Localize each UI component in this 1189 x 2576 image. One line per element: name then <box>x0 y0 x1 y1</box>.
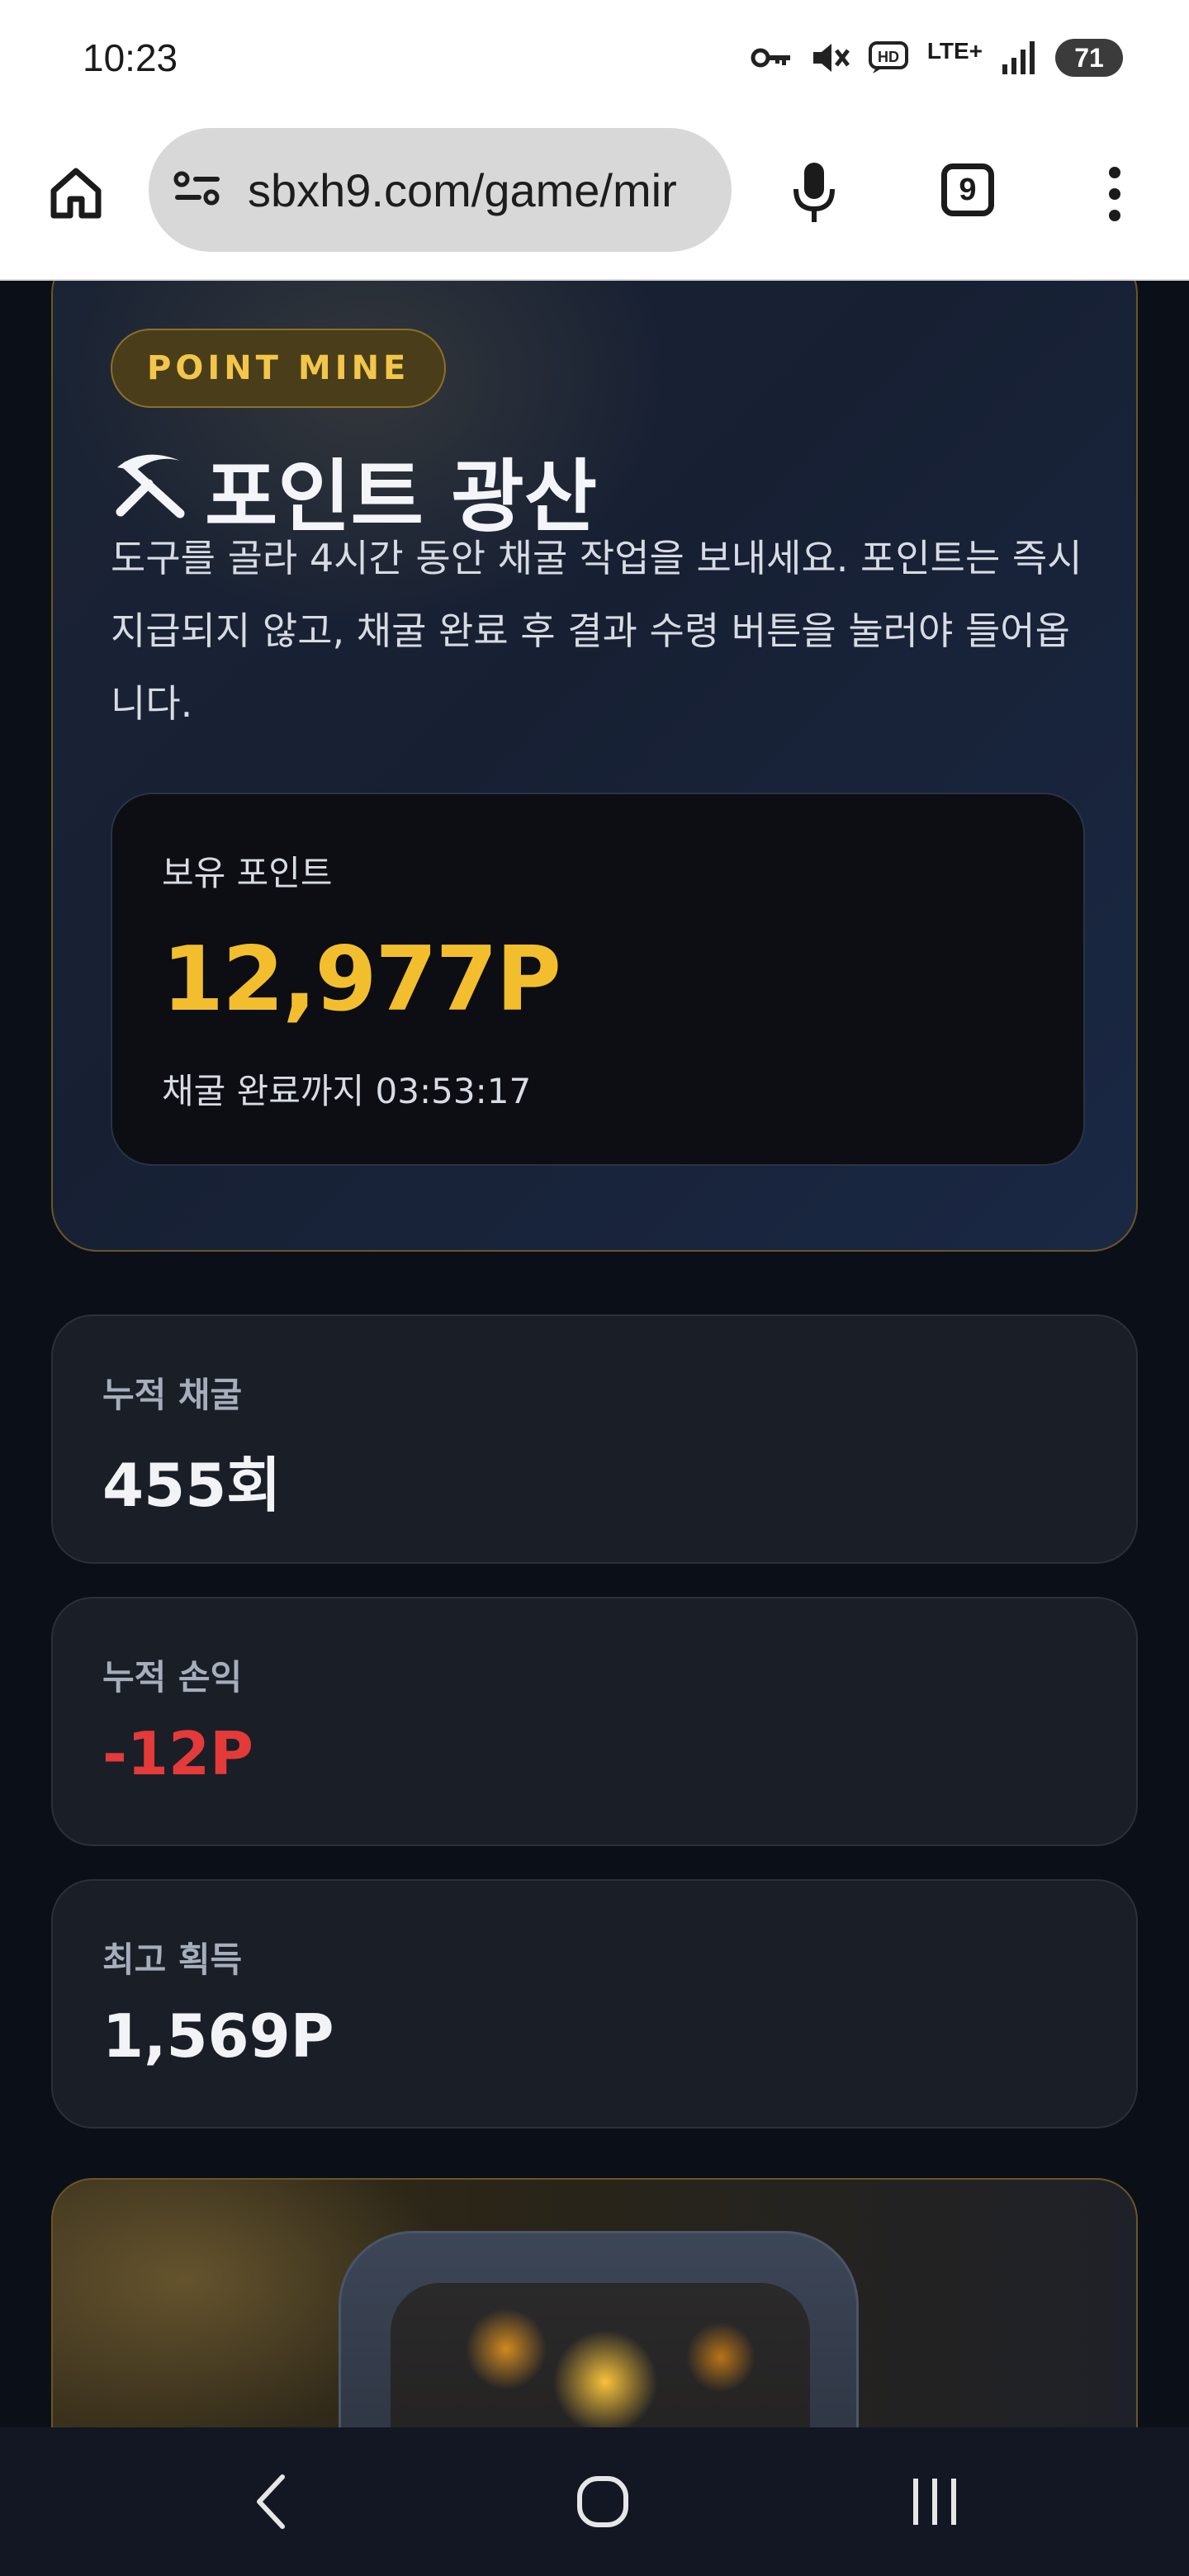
browser-toolbar: sbxh9.com/game/mir 9 <box>0 124 1189 281</box>
voice-search-button[interactable] <box>781 157 847 231</box>
stat-value: 1,569P <box>102 2001 334 2071</box>
browser-home-button[interactable] <box>43 160 109 226</box>
svg-text:HD: HD <box>878 49 899 65</box>
status-bar: 10:23 HD LTE+ 71 <box>0 0 1189 124</box>
tabs-icon[interactable]: 9 <box>941 163 994 216</box>
hero-description: 도구를 골라 4시간 동안 채굴 작업을 보내세요. 포인트는 즉시 지급되지 … <box>111 536 1082 726</box>
stat-label: 누적 채굴 <box>102 1375 243 1415</box>
hd-icon: HD <box>868 40 909 75</box>
more-vert-icon[interactable] <box>1098 157 1131 231</box>
stat-card-best-gain: 최고 획득 1,569P <box>51 1879 1138 2129</box>
stat-card-total-pnl: 누적 손익 -12P <box>51 1597 1138 1846</box>
balance-panel: 보유 포인트 12,977P 채굴 완료까지 03:53:17 <box>111 793 1085 1166</box>
mine-visual-card <box>51 2178 1138 2427</box>
system-nav-bar <box>0 2427 1189 2576</box>
lte-icon: LTE+ <box>926 38 983 64</box>
status-time: 10:23 <box>83 36 178 79</box>
signal-icon <box>1001 40 1037 76</box>
mining-timer: 채굴 완료까지 03:53:17 <box>162 1071 532 1111</box>
balance-value: 12,977P <box>162 928 561 1031</box>
hero-badge: POINT MINE <box>111 329 447 408</box>
url-text[interactable]: sbxh9.com/game/mir <box>248 163 677 217</box>
status-icons: HD LTE+ 71 <box>751 39 1123 77</box>
page-content: POINT MINE 포인트 광산 도구를 골라 4시간 동안 채굴 작업을 보… <box>0 281 1189 2427</box>
home-icon <box>47 163 105 224</box>
hero-card: POINT MINE 포인트 광산 도구를 골라 4시간 동안 채굴 작업을 보… <box>51 281 1138 1252</box>
site-settings-icon[interactable] <box>173 169 221 211</box>
address-bar[interactable]: sbxh9.com/game/mir <box>149 128 732 252</box>
stat-card-total-mining: 누적 채굴 455회 <box>51 1314 1138 1564</box>
balance-label: 보유 포인트 <box>162 853 333 893</box>
recents-icon[interactable] <box>893 2460 976 2543</box>
mine-cave-image <box>391 2283 810 2427</box>
stat-value: 455회 <box>102 1451 282 1520</box>
mine-image-frame <box>339 2231 859 2427</box>
stat-label: 누적 손익 <box>102 1657 243 1698</box>
back-icon[interactable] <box>230 2460 312 2543</box>
battery-icon: 71 <box>1055 39 1123 77</box>
mic-icon <box>789 159 839 229</box>
stat-value: -12P <box>102 1719 253 1788</box>
mute-icon <box>810 39 850 77</box>
stat-label: 최고 획득 <box>102 1939 243 1980</box>
home-circle-icon[interactable] <box>561 2460 644 2543</box>
vpn-key-icon <box>751 45 792 70</box>
